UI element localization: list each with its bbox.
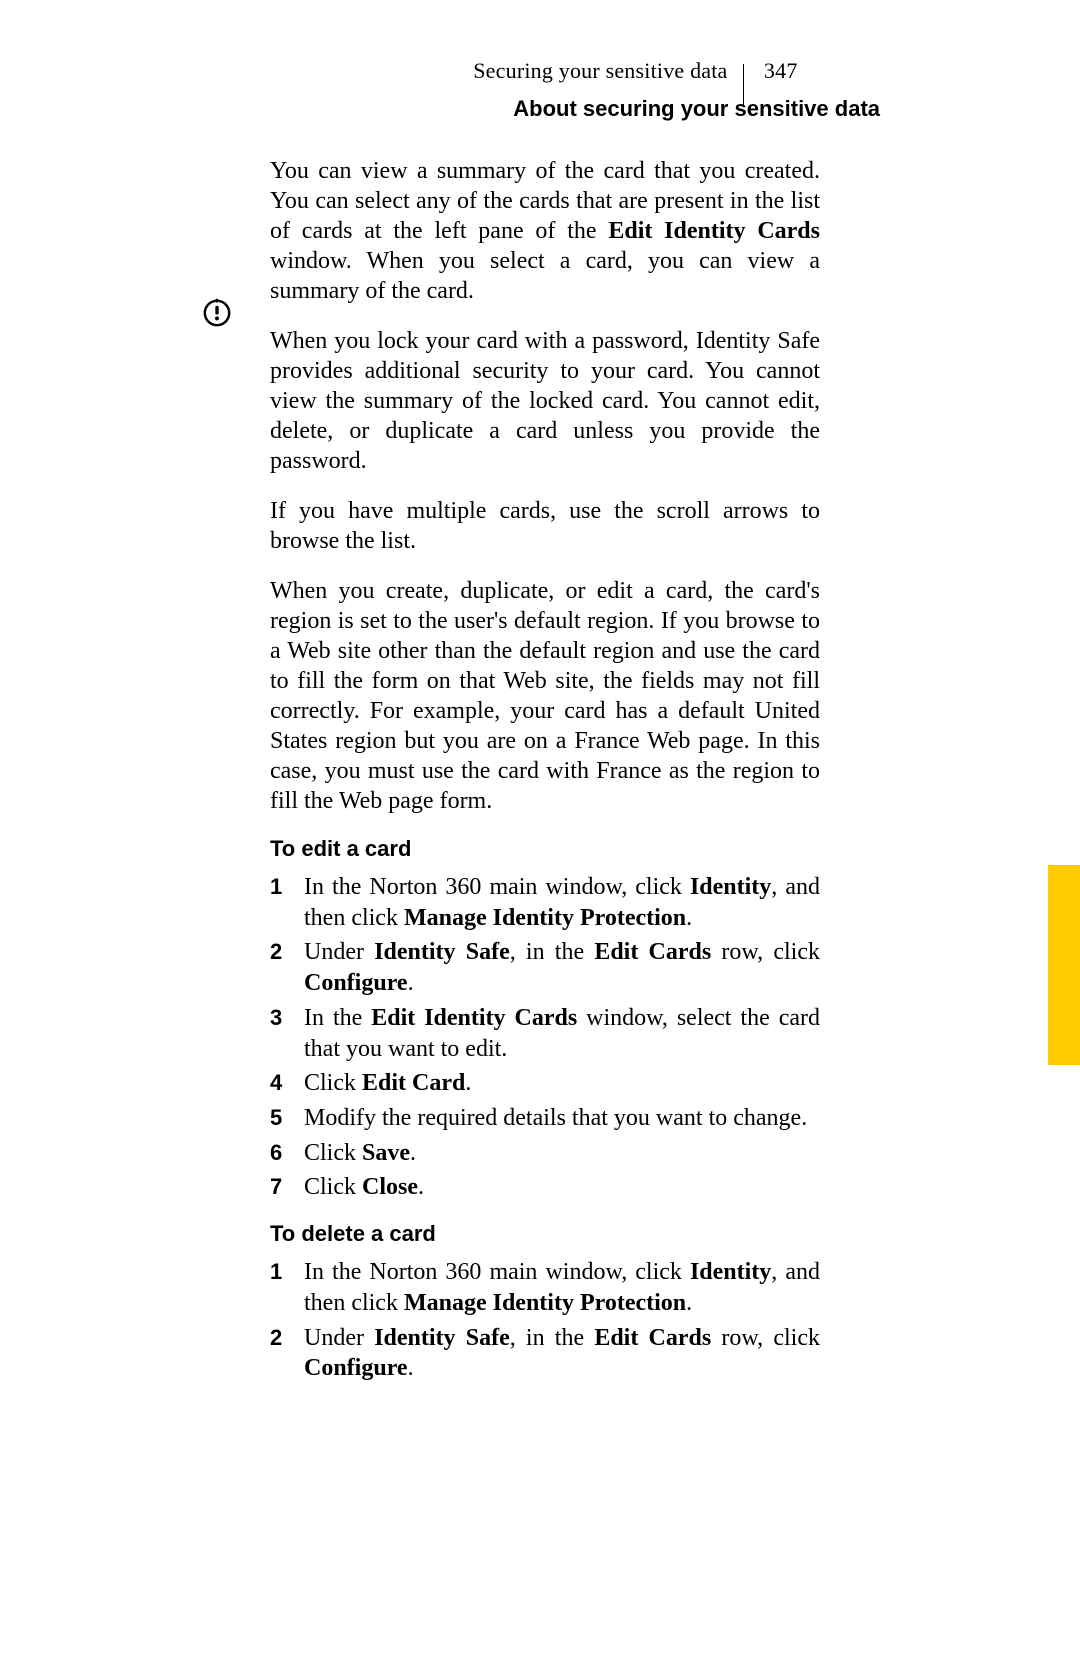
text-run-bold: Save	[362, 1140, 410, 1166]
text-run: .	[418, 1174, 424, 1200]
text-run-bold: Edit Identity Cards	[608, 218, 820, 244]
text-run: .	[465, 1070, 471, 1096]
paragraph-region: When you create, duplicate, or edit a ca…	[270, 576, 820, 816]
text-run-bold: Identity Safe	[374, 1325, 510, 1351]
text-run: Under	[304, 939, 374, 965]
text-run-bold: Manage Identity Protection	[404, 905, 686, 931]
text-run: .	[408, 970, 414, 996]
step: In the Norton 360 main window, click Ide…	[270, 1257, 820, 1318]
steps-edit-card: In the Norton 360 main window, click Ide…	[270, 872, 820, 1203]
text-run: .	[410, 1140, 416, 1166]
text-run: , in the	[510, 939, 595, 965]
text-run-bold: Close	[362, 1174, 418, 1200]
text-run: .	[408, 1355, 414, 1381]
step: Under Identity Safe, in the Edit Cards r…	[270, 937, 820, 998]
page-number: 347	[764, 58, 798, 83]
paragraph-lock: When you lock your card with a password,…	[270, 326, 820, 476]
text-run-bold: Configure	[304, 1355, 408, 1381]
step: Click Edit Card.	[270, 1068, 820, 1099]
paragraph-summary: You can view a summary of the card that …	[270, 156, 820, 306]
step: In the Norton 360 main window, click Ide…	[270, 872, 820, 933]
text-run: row, click	[711, 939, 820, 965]
paragraph-scroll: If you have multiple cards, use the scro…	[270, 496, 820, 556]
text-run-bold: Edit Cards	[594, 1325, 711, 1351]
heading-edit-card: To edit a card	[270, 836, 820, 862]
text-run-bold: Edit Cards	[594, 939, 711, 965]
text-run: window. When you select a card, you can …	[270, 248, 820, 304]
header-line1: Securing your sensitive data 347	[473, 52, 880, 94]
text-run: .	[686, 905, 692, 931]
thumb-tab	[1048, 865, 1080, 1065]
text-run: In the Norton 360 main window, click	[304, 1259, 690, 1285]
page-header: Securing your sensitive data 347 About s…	[473, 52, 880, 122]
text-run: row, click	[711, 1325, 820, 1351]
text-run-bold: Identity	[690, 1259, 771, 1285]
text-run-bold: Manage Identity Protection	[404, 1290, 686, 1316]
text-run: In the Norton 360 main window, click	[304, 874, 690, 900]
text-run: , in the	[510, 1325, 595, 1351]
text-run: Click	[304, 1174, 362, 1200]
text-run: In the	[304, 1005, 371, 1031]
page-content: You can view a summary of the card that …	[270, 156, 820, 1402]
text-run-bold: Configure	[304, 970, 408, 996]
step: In the Edit Identity Cards window, selec…	[270, 1003, 820, 1064]
warning-icon	[202, 298, 232, 328]
steps-delete-card: In the Norton 360 main window, click Ide…	[270, 1257, 820, 1384]
text-run-bold: Edit Identity Cards	[371, 1005, 577, 1031]
step: Click Close.	[270, 1172, 820, 1203]
text-run: Under	[304, 1325, 374, 1351]
section-title: About securing your sensitive data	[513, 96, 880, 122]
text-run-bold: Edit Card	[362, 1070, 465, 1096]
step: Click Save.	[270, 1138, 820, 1169]
chapter-title: Securing your sensitive data	[473, 58, 727, 83]
text-run: .	[686, 1290, 692, 1316]
text-run-bold: Identity Safe	[374, 939, 510, 965]
text-run: Click	[304, 1070, 362, 1096]
text-run-bold: Identity	[690, 874, 771, 900]
header-separator	[743, 64, 744, 106]
heading-delete-card: To delete a card	[270, 1221, 820, 1247]
step: Modify the required details that you wan…	[270, 1103, 820, 1134]
step: Under Identity Safe, in the Edit Cards r…	[270, 1323, 820, 1384]
text-run: Click	[304, 1140, 362, 1166]
